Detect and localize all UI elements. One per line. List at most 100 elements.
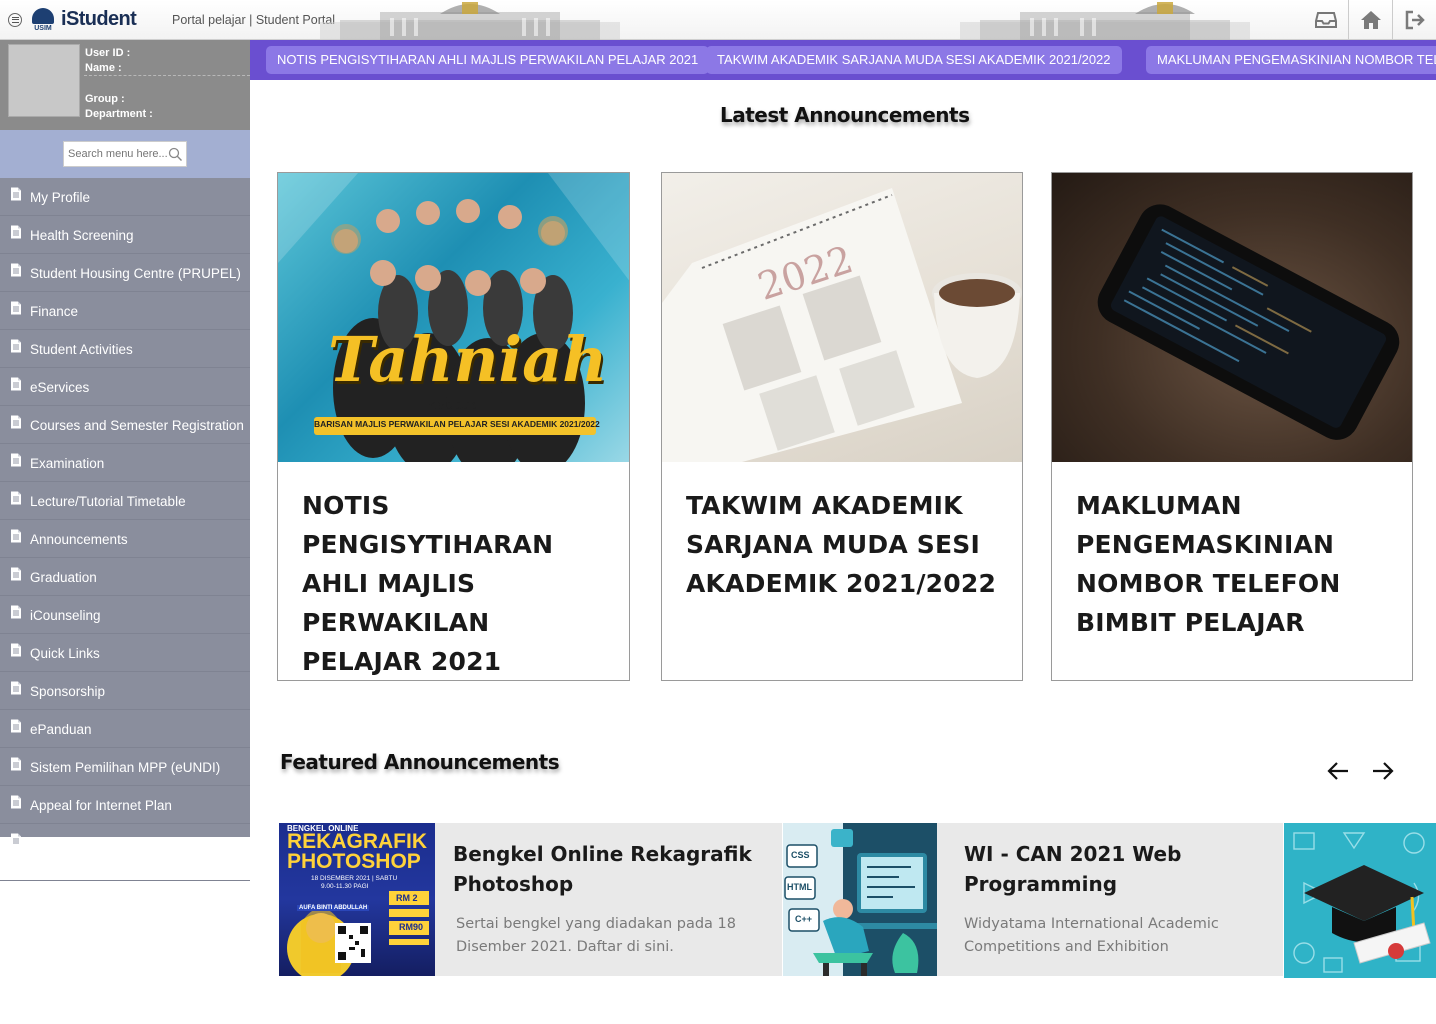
sidebar-item-examination[interactable]: Examination <box>0 444 250 482</box>
sidebar-item-label: Student Housing Centre (PRUPEL) <box>30 266 241 281</box>
sidebar-item-announcements[interactable]: Announcements <box>0 520 250 558</box>
sidebar-item-sistem-pemilihan-mpp-eundi[interactable]: Sistem Pemilihan MPP (eUNDI) <box>0 748 250 786</box>
logout-button[interactable] <box>1392 0 1436 40</box>
kepada-text: kepada <box>428 397 480 413</box>
portal-title: Portal pelajar | Student Portal <box>172 12 336 27</box>
sidebar-item-label: Student Activities <box>30 342 133 357</box>
sidebar-item-label: Lecture/Tutorial Timetable <box>30 494 186 509</box>
menu-toggle-button[interactable] <box>0 0 30 40</box>
featured-announcements-title: Featured Announcements <box>280 750 560 774</box>
document-icon <box>11 605 21 619</box>
poster-speaker: AUFA BINTI ABDULLAH <box>297 905 370 911</box>
name-label: Name : <box>85 62 122 74</box>
menu-search-input[interactable] <box>68 148 168 160</box>
arrow-right-icon[interactable] <box>1371 760 1395 782</box>
sidebar-item-student-hometown-campus-return-for-eid[interactable]: Student Hometown/Campus Return For EID <box>0 824 250 881</box>
sidebar-item-label: Quick Links <box>30 646 100 661</box>
building-banner-image <box>960 2 1250 40</box>
sidebar-item-label: Courses and Semester Registration <box>30 418 244 433</box>
document-icon <box>11 567 21 581</box>
home-button[interactable] <box>1348 0 1392 40</box>
document-icon <box>11 225 21 239</box>
document-icon <box>11 301 21 315</box>
featured-item-description: Widyatama International Academic Competi… <box>964 916 1219 955</box>
featured-item[interactable] <box>1284 823 1436 978</box>
mpp-banner-text: BARISAN MAJLIS PERWAKILAN PELAJAR SESI A… <box>314 419 600 429</box>
poster-price-2: RM90 <box>399 922 424 932</box>
featured-item-description: Sertai bengkel yang diadakan pada 18 Dis… <box>456 916 736 955</box>
ticker-item[interactable]: TAKWIM AKADEMIK SARJANA MUDA SESI AKADEM… <box>706 46 1122 74</box>
ticker-item[interactable]: MAKLUMAN PENGEMASKINIAN NOMBOR TELEFON B… <box>1146 46 1436 74</box>
ticker-item[interactable]: NOTIS PENGISYTIHARAN AHLI MAJLIS PERWAKI… <box>266 46 710 74</box>
document-icon <box>11 339 21 353</box>
profile-photo <box>8 44 80 117</box>
sidebar-item-label: Sistem Pemilihan MPP (eUNDI) <box>30 760 221 775</box>
user-id-label: User ID : <box>85 47 131 59</box>
sidebar-item-finance[interactable]: Finance <box>0 292 250 330</box>
document-icon <box>11 757 21 771</box>
sidebar-item-health-screening[interactable]: Health Screening <box>0 216 250 254</box>
search-icon[interactable] <box>168 147 183 162</box>
document-icon <box>11 453 21 467</box>
sidebar-item-label: Announcements <box>30 532 128 547</box>
sidebar-item-student-housing-centre-prupel[interactable]: Student Housing Centre (PRUPEL) <box>0 254 250 292</box>
latest-announcements-title: Latest Announcements <box>720 103 970 127</box>
sidebar-item-label: My Profile <box>30 190 91 205</box>
inbox-button[interactable] <box>1304 0 1348 40</box>
poster-price: RM 2 <box>396 893 418 903</box>
document-icon <box>11 529 21 543</box>
sidebar-item-graduation[interactable]: Graduation <box>0 558 250 596</box>
sidebar-item-courses-and-semester-registration[interactable]: Courses and Semester Registration <box>0 406 250 444</box>
graduation-cap-image <box>1293 832 1431 973</box>
desk-calendar-image: 2022 <box>662 173 1022 462</box>
sidebar-item-label: Sponsorship <box>30 684 106 699</box>
web-programming-image: CSS HTML C++ <box>783 823 937 976</box>
home-icon <box>1360 11 1381 29</box>
announcement-card[interactable]: 2022 TAKWIM AKADEMIK SARJANA MUDA SESI A… <box>661 172 1023 681</box>
featured-item[interactable]: BENGKEL ONLINE REKAGRAFIK PHOTOSHOP 18 D… <box>279 823 782 976</box>
arrow-left-icon[interactable] <box>1326 760 1350 782</box>
usim-emblem-icon: USIM <box>30 5 56 35</box>
featured-item[interactable]: CSS HTML C++ WI - CAN 2021 Web Programmi… <box>783 823 1283 976</box>
document-icon <box>11 377 21 391</box>
inbox-icon <box>1315 12 1337 28</box>
building-banner-image <box>320 2 620 40</box>
sidebar-item-label: eServices <box>30 380 90 395</box>
sidebar-item-epanduan[interactable]: ePanduan <box>0 710 250 748</box>
card-title[interactable]: NOTIS PENGISYTIHARAN AHLI MAJLIS PERWAKI… <box>302 486 615 680</box>
document-icon <box>11 795 21 809</box>
announcement-ticker: NOTIS PENGISYTIHARAN AHLI MAJLIS PERWAKI… <box>250 40 1436 80</box>
sidebar-item-label: Examination <box>30 456 105 471</box>
department-label: Department : <box>85 108 153 120</box>
sidebar-item-appeal-for-internet-plan[interactable]: Appeal for Internet Plan <box>0 786 250 824</box>
logout-icon <box>1405 10 1425 30</box>
divider <box>84 75 250 76</box>
card-title[interactable]: TAKWIM AKADEMIK SARJANA MUDA SESI AKADEM… <box>686 486 1008 603</box>
css-tag: CSS <box>791 850 810 860</box>
sidebar-item-label: ePanduan <box>30 722 92 737</box>
featured-item-title[interactable]: WI - CAN 2021 Web Programming <box>964 839 1264 899</box>
document-icon <box>11 187 21 201</box>
sidebar-item-quick-links[interactable]: Quick Links <box>0 634 250 672</box>
sidebar-item-lecture-tutorial-timetable[interactable]: Lecture/Tutorial Timetable <box>0 482 250 520</box>
group-label: Group : <box>85 93 125 105</box>
featured-item-title[interactable]: Bengkel Online Rekagrafik Photoshop <box>453 839 753 899</box>
sidebar-item-sponsorship[interactable]: Sponsorship <box>0 672 250 710</box>
sidebar-item-student-activities[interactable]: Student Activities <box>0 330 250 368</box>
announcement-card[interactable]: MAKLUMAN PENGEMASKINIAN NOMBOR TELEFON B… <box>1051 172 1413 681</box>
document-icon <box>11 681 21 695</box>
sidebar-item-eservices[interactable]: eServices <box>0 368 250 406</box>
smartphone-image <box>1052 173 1412 462</box>
istudent-logo[interactable]: USIM iStudent <box>30 0 150 40</box>
sidebar-item-icounseling[interactable]: iCounseling <box>0 596 250 634</box>
sidebar-item-label: Student Hometown/Campus Return For EID <box>30 836 244 870</box>
html-tag: HTML <box>787 882 812 892</box>
sidebar-item-label: Appeal for Internet Plan <box>30 798 172 813</box>
header-actions <box>1304 0 1436 40</box>
photoshop-workshop-poster: BENGKEL ONLINE REKAGRAFIK PHOTOSHOP 18 D… <box>279 823 435 976</box>
document-icon <box>11 643 21 657</box>
announcement-card[interactable]: Tahniah kepada BARISAN MAJLIS PERWAKILAN… <box>277 172 630 681</box>
document-icon <box>11 415 21 429</box>
card-title[interactable]: MAKLUMAN PENGEMASKINIAN NOMBOR TELEFON B… <box>1076 486 1398 642</box>
sidebar-item-my-profile[interactable]: My Profile <box>0 178 250 216</box>
